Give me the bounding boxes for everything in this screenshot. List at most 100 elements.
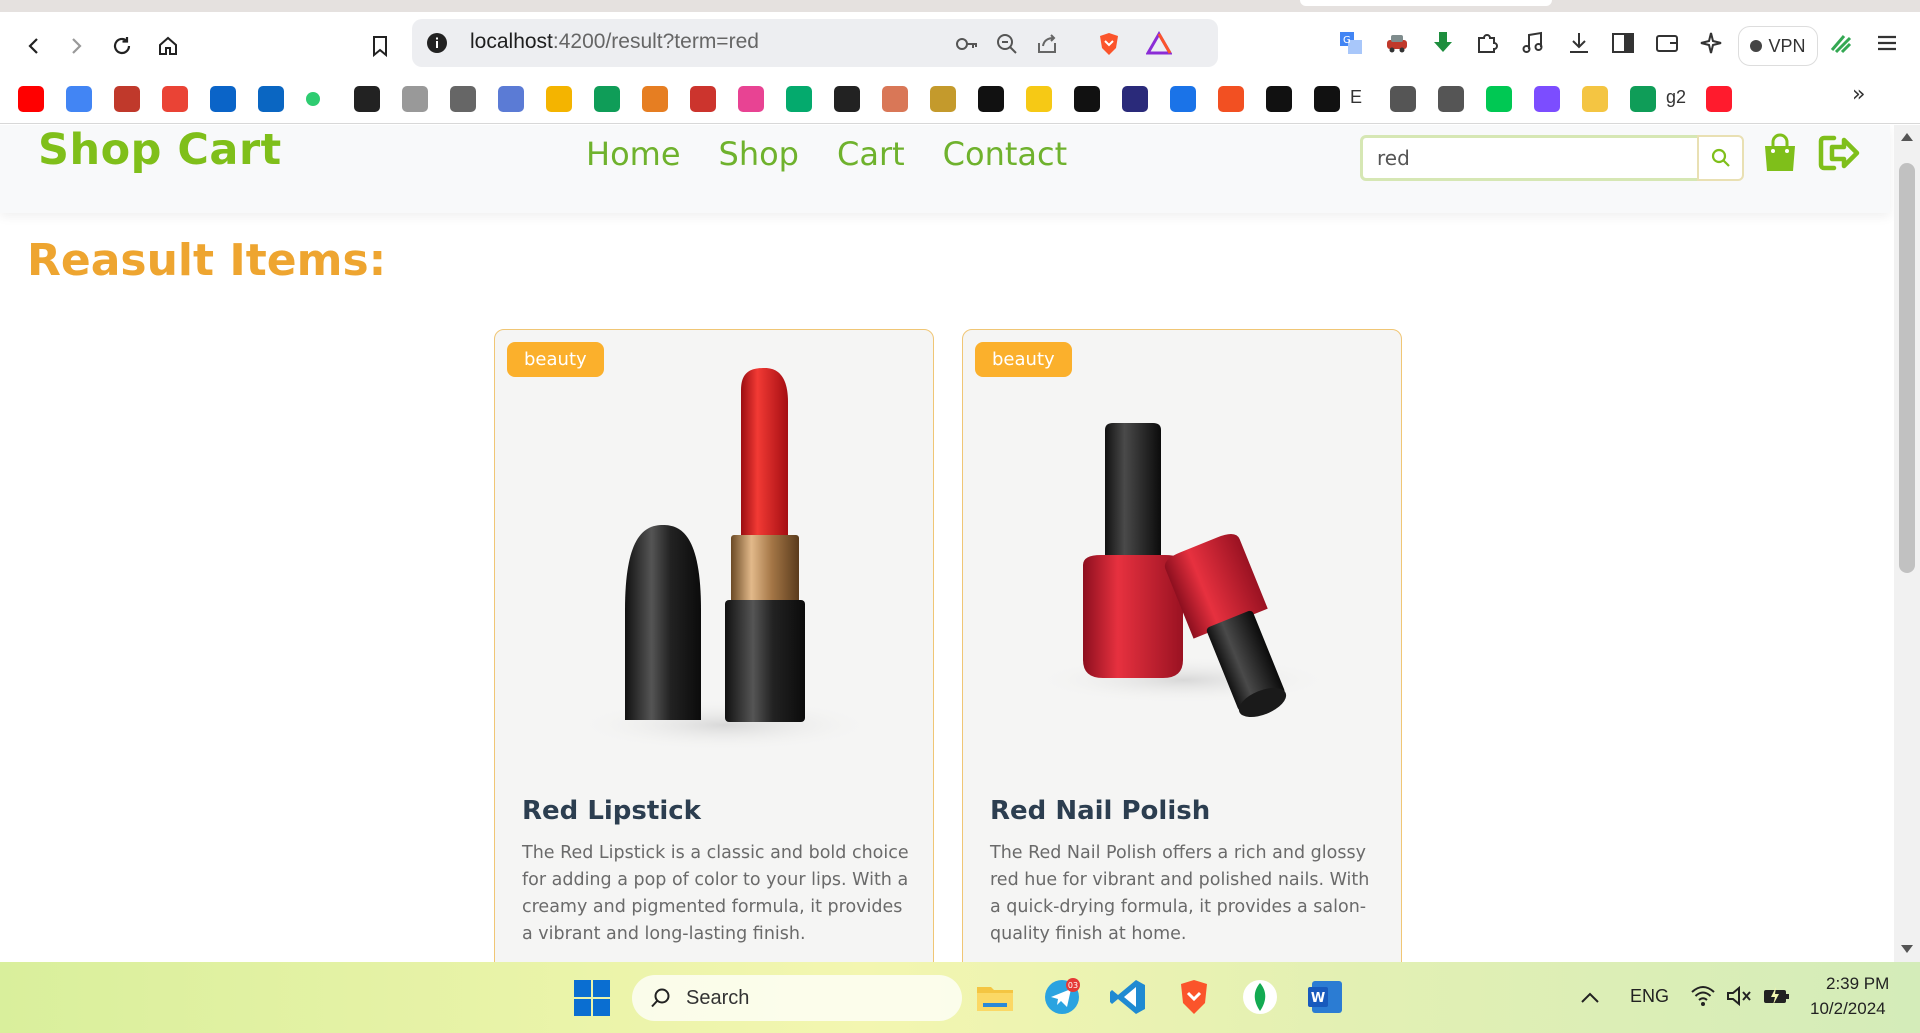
windows-start-icon[interactable] bbox=[574, 980, 610, 1016]
menu-icon[interactable] bbox=[1874, 30, 1900, 56]
music-icon[interactable] bbox=[1520, 30, 1546, 56]
brave-shield-icon[interactable] bbox=[1096, 31, 1122, 57]
qr-icon[interactable] bbox=[450, 86, 476, 112]
back-icon[interactable] bbox=[16, 28, 52, 64]
w3-icon[interactable] bbox=[786, 86, 812, 112]
taskbar-search[interactable]: Search bbox=[632, 975, 962, 1021]
notion-icon[interactable] bbox=[354, 86, 380, 112]
chevron-up-icon[interactable] bbox=[1580, 990, 1600, 1004]
search-button[interactable] bbox=[1697, 135, 1744, 181]
zoom-out-icon[interactable] bbox=[994, 31, 1020, 57]
drive-icon[interactable] bbox=[594, 86, 620, 112]
car-ext-icon[interactable] bbox=[1384, 30, 1410, 56]
download-arrow-ext-icon[interactable] bbox=[1430, 30, 1456, 56]
cisco-icon[interactable] bbox=[1390, 86, 1416, 112]
n-logo-icon[interactable] bbox=[978, 86, 1004, 112]
red-lipstick-image bbox=[575, 368, 875, 751]
clipboard-icon[interactable] bbox=[498, 86, 524, 112]
search-input[interactable] bbox=[1360, 135, 1700, 181]
note-icon[interactable] bbox=[1026, 86, 1052, 112]
stack-icon[interactable] bbox=[402, 86, 428, 112]
wifi-icon[interactable] bbox=[1690, 984, 1716, 1008]
apps-icon[interactable] bbox=[1122, 86, 1148, 112]
forward-icon[interactable] bbox=[58, 28, 94, 64]
university-icon[interactable] bbox=[114, 86, 140, 112]
page-scrollbar[interactable] bbox=[1894, 125, 1920, 962]
volume-muted-icon[interactable] bbox=[1726, 984, 1752, 1008]
shopping-bag-icon[interactable] bbox=[1762, 133, 1798, 173]
scroll-down-icon[interactable] bbox=[1901, 945, 1913, 953]
u-logo-icon[interactable] bbox=[1534, 86, 1560, 112]
clock-time[interactable]: 2:39 PM bbox=[1826, 974, 1889, 994]
mongodb-icon[interactable] bbox=[1240, 977, 1280, 1017]
party-icon[interactable] bbox=[738, 86, 764, 112]
product-grid: beauty Red Lipstick The Red Lipstick is … bbox=[494, 329, 1402, 962]
page-viewport: Shop Cart Home Shop Cart Contact Reasult… bbox=[0, 125, 1920, 962]
stripes-ext-icon[interactable] bbox=[1828, 30, 1854, 56]
language-indicator[interactable]: ENG bbox=[1630, 986, 1669, 1007]
nav-cart-link[interactable]: Cart bbox=[837, 135, 905, 173]
taskbar-search-label: Search bbox=[686, 987, 750, 1009]
angular-icon[interactable] bbox=[1266, 86, 1292, 112]
key-icon[interactable] bbox=[954, 31, 980, 57]
nav-home-link[interactable]: Home bbox=[586, 135, 681, 173]
claude-icon[interactable] bbox=[882, 86, 908, 112]
brave-rewards-icon[interactable] bbox=[1146, 31, 1172, 57]
crown-icon[interactable] bbox=[930, 86, 956, 112]
clock-date[interactable]: 10/2/2024 bbox=[1810, 999, 1886, 1019]
brave-browser-icon[interactable] bbox=[1174, 977, 1214, 1017]
scroll-thumb[interactable] bbox=[1899, 163, 1915, 573]
bookmark-icon[interactable] bbox=[362, 28, 398, 64]
torch-icon[interactable] bbox=[642, 86, 668, 112]
word-icon[interactable]: W bbox=[1306, 977, 1346, 1017]
github-icon[interactable] bbox=[1074, 86, 1100, 112]
reload-icon[interactable] bbox=[104, 28, 140, 64]
outlook-icon[interactable] bbox=[210, 86, 236, 112]
wallet-icon[interactable] bbox=[1654, 30, 1680, 56]
nav-contact-link[interactable]: Contact bbox=[943, 135, 1068, 173]
youtube-icon[interactable] bbox=[18, 86, 44, 112]
vscode-icon[interactable] bbox=[1108, 977, 1148, 1017]
telegram-icon[interactable]: 03 bbox=[1042, 977, 1082, 1017]
site-navbar: Shop Cart Home Shop Cart Contact bbox=[0, 125, 1890, 213]
file-explorer-icon[interactable] bbox=[975, 977, 1015, 1017]
drive2-icon[interactable] bbox=[1630, 86, 1656, 112]
translate-ext-icon[interactable]: G bbox=[1338, 30, 1364, 56]
battery-charging-icon[interactable] bbox=[1762, 984, 1790, 1008]
bookmark-label[interactable]: g2 bbox=[1666, 87, 1686, 108]
scroll-up-icon[interactable] bbox=[1901, 133, 1913, 141]
ruby-icon[interactable] bbox=[690, 86, 716, 112]
openai-icon[interactable] bbox=[834, 86, 860, 112]
microsoft-icon[interactable] bbox=[1218, 86, 1244, 112]
bookmark-label[interactable]: E bbox=[1350, 87, 1362, 108]
extensions-icon[interactable] bbox=[1474, 30, 1500, 56]
product-title[interactable]: Red Nail Polish bbox=[990, 796, 1210, 826]
product-card[interactable]: beauty Red Nail Polish The Red Nail Poli… bbox=[962, 329, 1402, 962]
product-card[interactable]: beauty Red Lipstick The Red Lipstick is … bbox=[494, 329, 934, 962]
bar-chart-icon[interactable] bbox=[546, 86, 572, 112]
c-logo-icon[interactable] bbox=[1170, 86, 1196, 112]
vpn-button[interactable]: VPN bbox=[1738, 26, 1818, 66]
linkedin-icon[interactable] bbox=[258, 86, 284, 112]
leo-ai-icon[interactable] bbox=[1698, 30, 1724, 56]
downloads-icon[interactable] bbox=[1566, 30, 1592, 56]
site-info-icon[interactable] bbox=[426, 32, 448, 54]
opera-icon[interactable] bbox=[1706, 86, 1732, 112]
home-icon[interactable] bbox=[150, 28, 186, 64]
green-dot-icon[interactable] bbox=[306, 92, 320, 106]
share-icon[interactable] bbox=[1034, 31, 1060, 57]
more-bookmarks-icon[interactable]: » bbox=[1852, 82, 1865, 107]
brand-logo[interactable]: Shop Cart bbox=[38, 125, 282, 175]
sidebar-icon[interactable] bbox=[1610, 30, 1636, 56]
rk-icon[interactable] bbox=[1486, 86, 1512, 112]
product-title[interactable]: Red Lipstick bbox=[522, 796, 701, 826]
folder-icon[interactable] bbox=[1582, 86, 1608, 112]
logout-icon[interactable] bbox=[1818, 133, 1860, 173]
active-tab[interactable] bbox=[1300, 0, 1552, 6]
nav-shop-link[interactable]: Shop bbox=[719, 135, 799, 173]
gmail-icon[interactable] bbox=[162, 86, 188, 112]
angular-e-icon[interactable] bbox=[1314, 86, 1340, 112]
translate-icon[interactable] bbox=[66, 86, 92, 112]
cisco2-icon[interactable] bbox=[1438, 86, 1464, 112]
address-bar[interactable]: localhost:4200/result?term=red bbox=[412, 19, 1218, 67]
